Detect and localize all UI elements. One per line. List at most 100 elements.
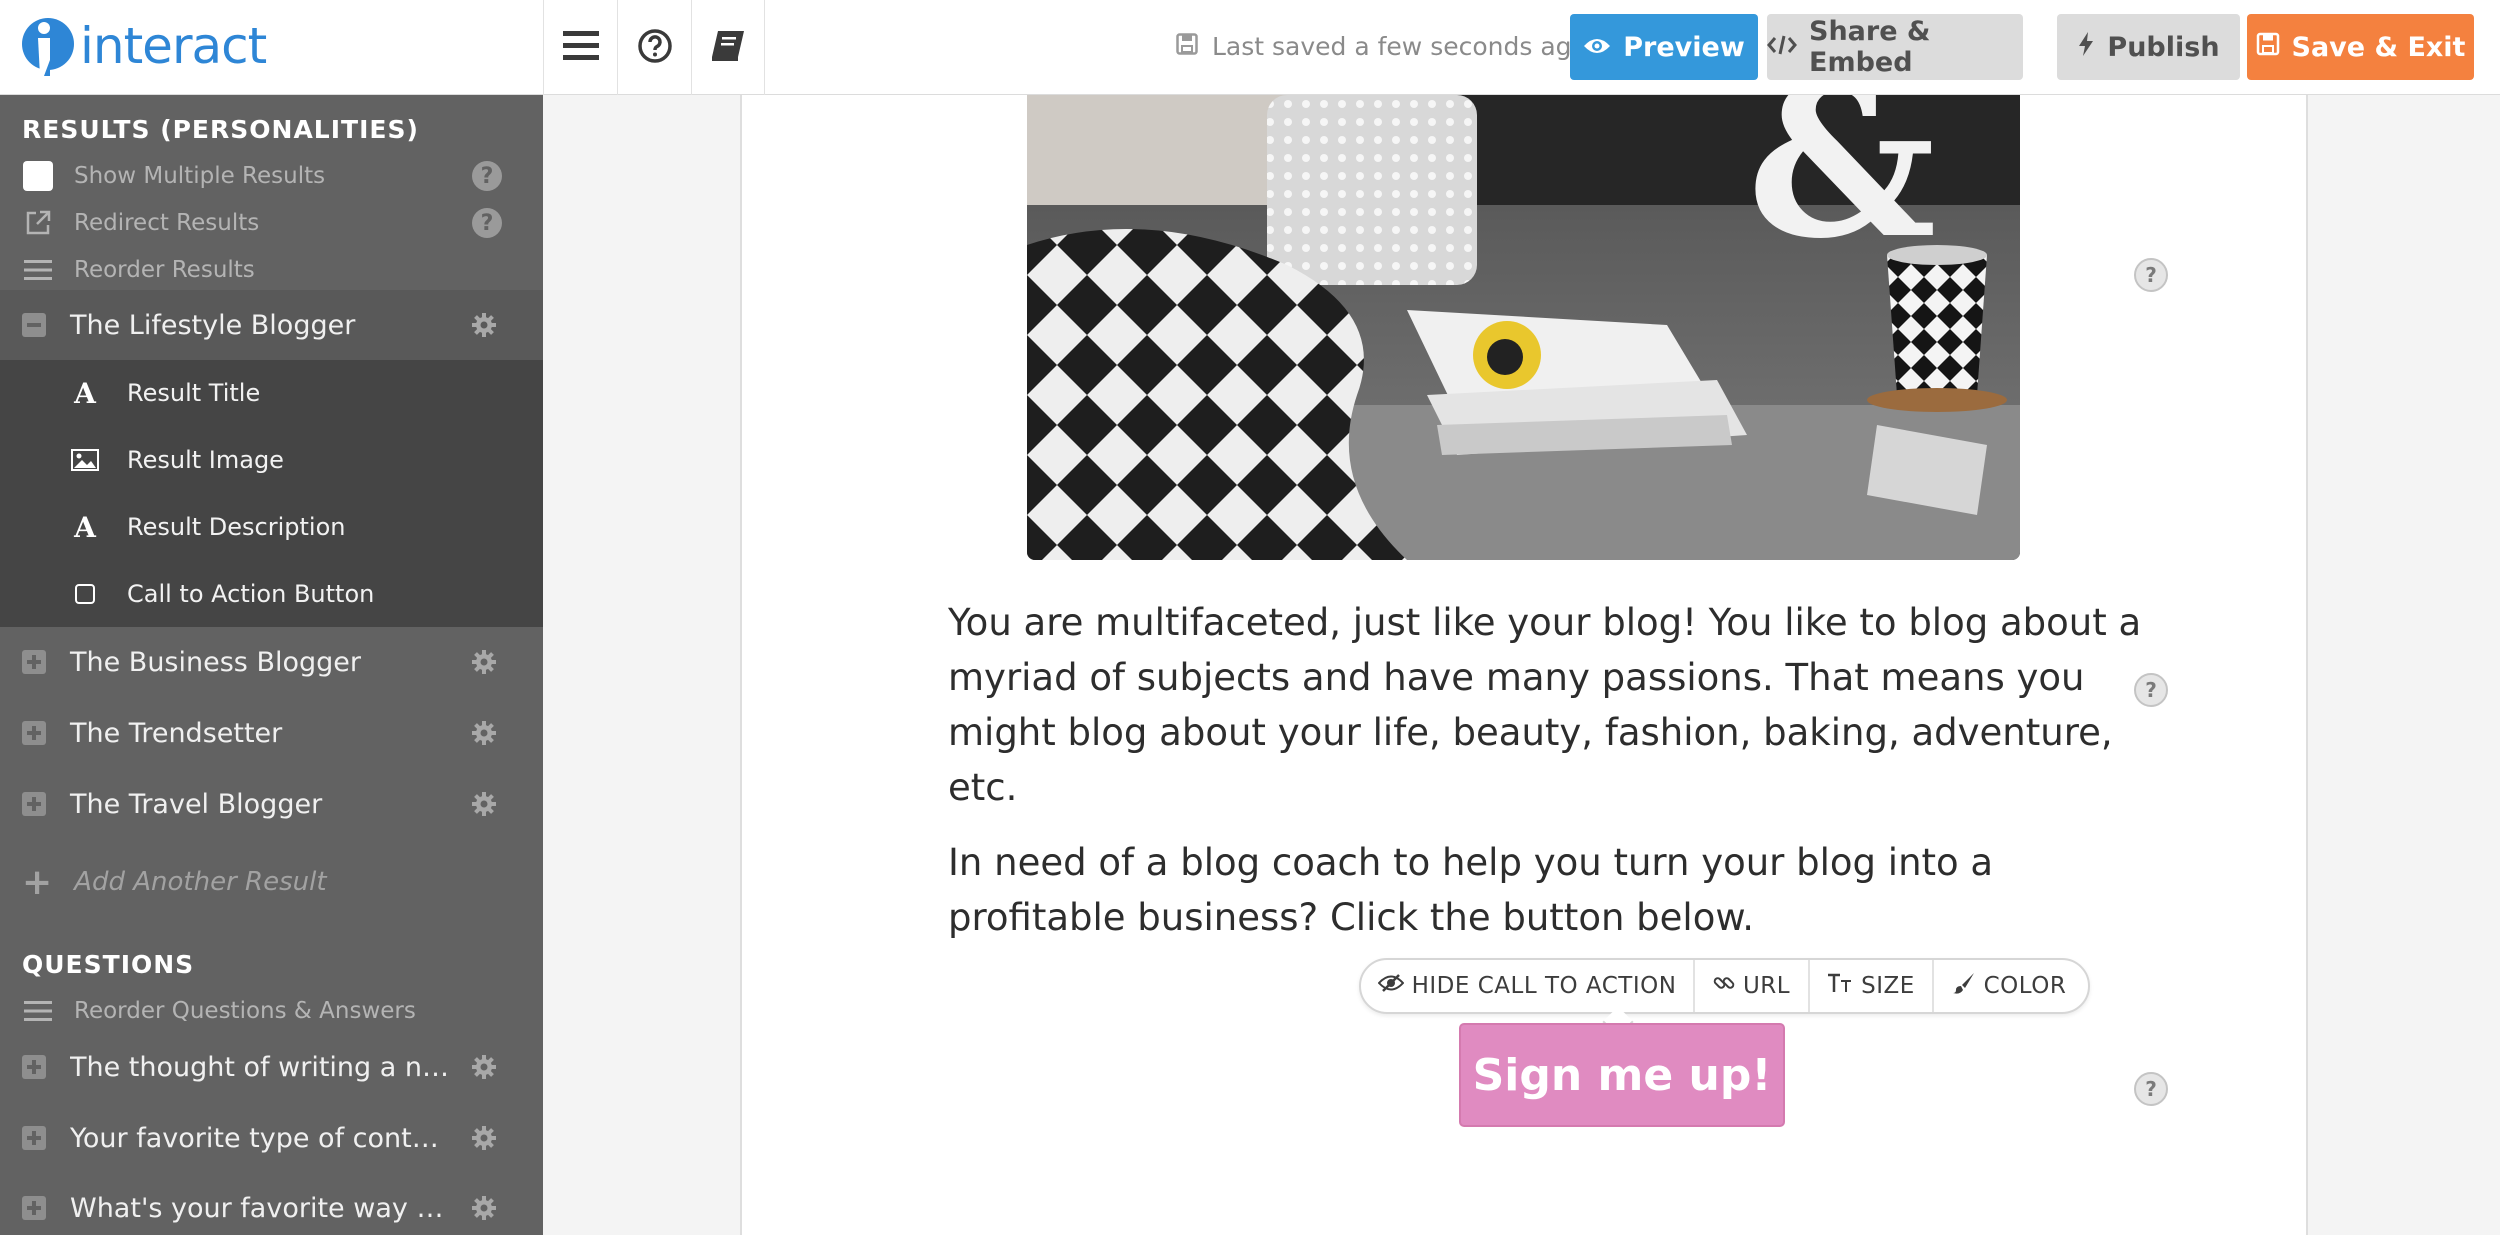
gear-icon[interactable] (470, 1194, 498, 1222)
cta-color-button[interactable]: COLOR (1934, 960, 2084, 1012)
cta-toolbar: HIDE CALL TO ACTION URL SIZE COLOR (1359, 958, 2090, 1014)
help-icon[interactable]: ? (2134, 258, 2168, 292)
preview-button[interactable]: Preview (1570, 14, 1758, 80)
eye-icon (1583, 32, 1623, 63)
help-button[interactable] (617, 0, 691, 95)
expand-icon[interactable] (22, 1055, 46, 1079)
add-another-result-button[interactable]: + Add Another Result (22, 857, 327, 907)
help-icon[interactable]: ? (2134, 673, 2168, 707)
expand-icon[interactable] (22, 1126, 46, 1150)
cta-size-button[interactable]: SIZE (1810, 960, 1934, 1012)
editor-canvas: & ? You are multifaceted, just like your… (543, 95, 2500, 1235)
result-item-lifestyle-blogger[interactable]: The Lifestyle Blogger (0, 290, 543, 360)
last-saved-status: Last saved a few seconds ago (1176, 28, 1587, 64)
sign-me-up-button[interactable]: Sign me up! (1459, 1023, 1785, 1127)
font-icon: A (74, 376, 96, 410)
show-multiple-results-option[interactable]: Show Multiple Results ? (22, 156, 502, 196)
menu-button[interactable] (543, 0, 617, 95)
reorder-questions-label: Reorder Questions & Answers (74, 998, 416, 1024)
color-label: COLOR (1983, 973, 2067, 999)
share-embed-label: Share & Embed (1809, 16, 1931, 78)
reorder-results-option[interactable]: Reorder Results (22, 250, 502, 290)
lightning-icon (2077, 31, 2107, 64)
questions-heading: QUESTIONS (22, 950, 195, 979)
sub-item-call-to-action[interactable]: Call to Action Button (0, 561, 543, 627)
share-embed-button[interactable]: Share & Embed (1767, 14, 2023, 80)
expand-icon[interactable] (22, 1196, 46, 1220)
last-saved-text: Last saved a few seconds ago (1212, 31, 1587, 61)
link-icon (1713, 972, 1743, 1000)
question-circle-icon (637, 28, 673, 68)
gear-icon[interactable] (470, 648, 498, 676)
result-description[interactable]: You are multifaceted, just like your blo… (948, 595, 2148, 965)
help-icon[interactable]: ? (472, 161, 502, 191)
external-link-icon (22, 207, 54, 239)
cta-url-button[interactable]: URL (1695, 960, 1810, 1012)
sub-item-label: Call to Action Button (127, 580, 375, 608)
save-exit-label: Save & Exit (2291, 31, 2466, 63)
text-size-icon (1827, 972, 1861, 1000)
collapse-icon[interactable] (22, 313, 46, 337)
sidebar: RESULTS (PERSONALITIES) Show Multiple Re… (0, 95, 543, 1235)
result-label: The Lifestyle Blogger (70, 309, 356, 341)
result-image[interactable]: & (1027, 95, 2020, 560)
expand-icon[interactable] (22, 721, 46, 745)
sub-item-label: Result Description (127, 513, 346, 541)
question-item[interactable]: What's your favorite way to sh... (0, 1173, 543, 1235)
font-icon: A (74, 510, 96, 544)
result-label: The Travel Blogger (70, 788, 323, 820)
reorder-questions-option[interactable]: Reorder Questions & Answers (22, 991, 502, 1031)
hide-cta-label: HIDE CALL TO ACTION (1411, 973, 1677, 999)
sub-item-result-description[interactable]: A Result Description (0, 494, 543, 560)
reorder-icon (22, 254, 54, 286)
gear-icon[interactable] (470, 1053, 498, 1081)
sub-item-result-image[interactable]: Result Image (0, 427, 543, 493)
publish-button[interactable]: Publish (2057, 14, 2240, 80)
code-icon (1767, 32, 1809, 63)
result-item-trendsetter[interactable]: The Trendsetter (0, 698, 543, 768)
gear-icon[interactable] (470, 790, 498, 818)
result-page-card: & ? You are multifaceted, just like your… (740, 95, 2308, 1235)
paintbrush-icon (1952, 971, 1984, 1001)
hamburger-icon (562, 30, 599, 65)
result-label: The Trendsetter (70, 717, 283, 749)
url-label: URL (1742, 973, 1791, 999)
description-paragraph-1: You are multifaceted, just like your blo… (948, 601, 2142, 809)
sub-item-label: Result Image (127, 446, 284, 474)
results-heading: RESULTS (PERSONALITIES) (22, 115, 419, 144)
result-sub-items: A Result Title Result Image A Result Des… (0, 360, 543, 627)
sub-item-result-title[interactable]: A Result Title (0, 360, 543, 426)
description-paragraph-2: In need of a blog coach to help you turn… (948, 841, 1994, 939)
result-item-business-blogger[interactable]: The Business Blogger (0, 627, 543, 697)
eye-slash-icon (1377, 973, 1412, 999)
question-label: The thought of writing a new ... (70, 1051, 450, 1083)
result-label: The Business Blogger (70, 646, 361, 678)
question-label: Your favorite type of content is: (70, 1122, 450, 1154)
question-item[interactable]: The thought of writing a new ... (0, 1032, 543, 1102)
logo-i-icon (22, 16, 74, 76)
expand-icon[interactable] (22, 792, 46, 816)
redirect-results-label: Redirect Results (74, 210, 260, 236)
redirect-results-option[interactable]: Redirect Results ? (22, 203, 502, 243)
interact-logo[interactable]: interact (22, 14, 267, 78)
guide-button[interactable] (691, 0, 765, 95)
expand-icon[interactable] (22, 650, 46, 674)
floppy-disk-icon (1176, 32, 1212, 61)
size-label: SIZE (1861, 973, 1915, 999)
gear-icon[interactable] (470, 719, 498, 747)
gear-icon[interactable] (470, 1124, 498, 1152)
save-exit-button[interactable]: Save & Exit (2247, 14, 2474, 80)
question-item[interactable]: Your favorite type of content is: (0, 1103, 543, 1173)
reorder-results-label: Reorder Results (74, 257, 255, 283)
gear-icon[interactable] (470, 311, 498, 339)
top-toolbar: interact Last saved a few seconds ago Pr… (0, 0, 2500, 95)
question-label: What's your favorite way to sh... (70, 1192, 450, 1224)
plus-icon: + (22, 861, 53, 903)
help-icon[interactable]: ? (472, 208, 502, 238)
checkbox[interactable] (22, 160, 54, 192)
help-icon[interactable]: ? (2134, 1072, 2168, 1106)
reorder-icon (22, 995, 54, 1027)
show-multiple-results-label: Show Multiple Results (74, 163, 326, 189)
result-item-travel-blogger[interactable]: The Travel Blogger (0, 769, 543, 839)
hide-call-to-action-button[interactable]: HIDE CALL TO ACTION (1361, 960, 1695, 1012)
